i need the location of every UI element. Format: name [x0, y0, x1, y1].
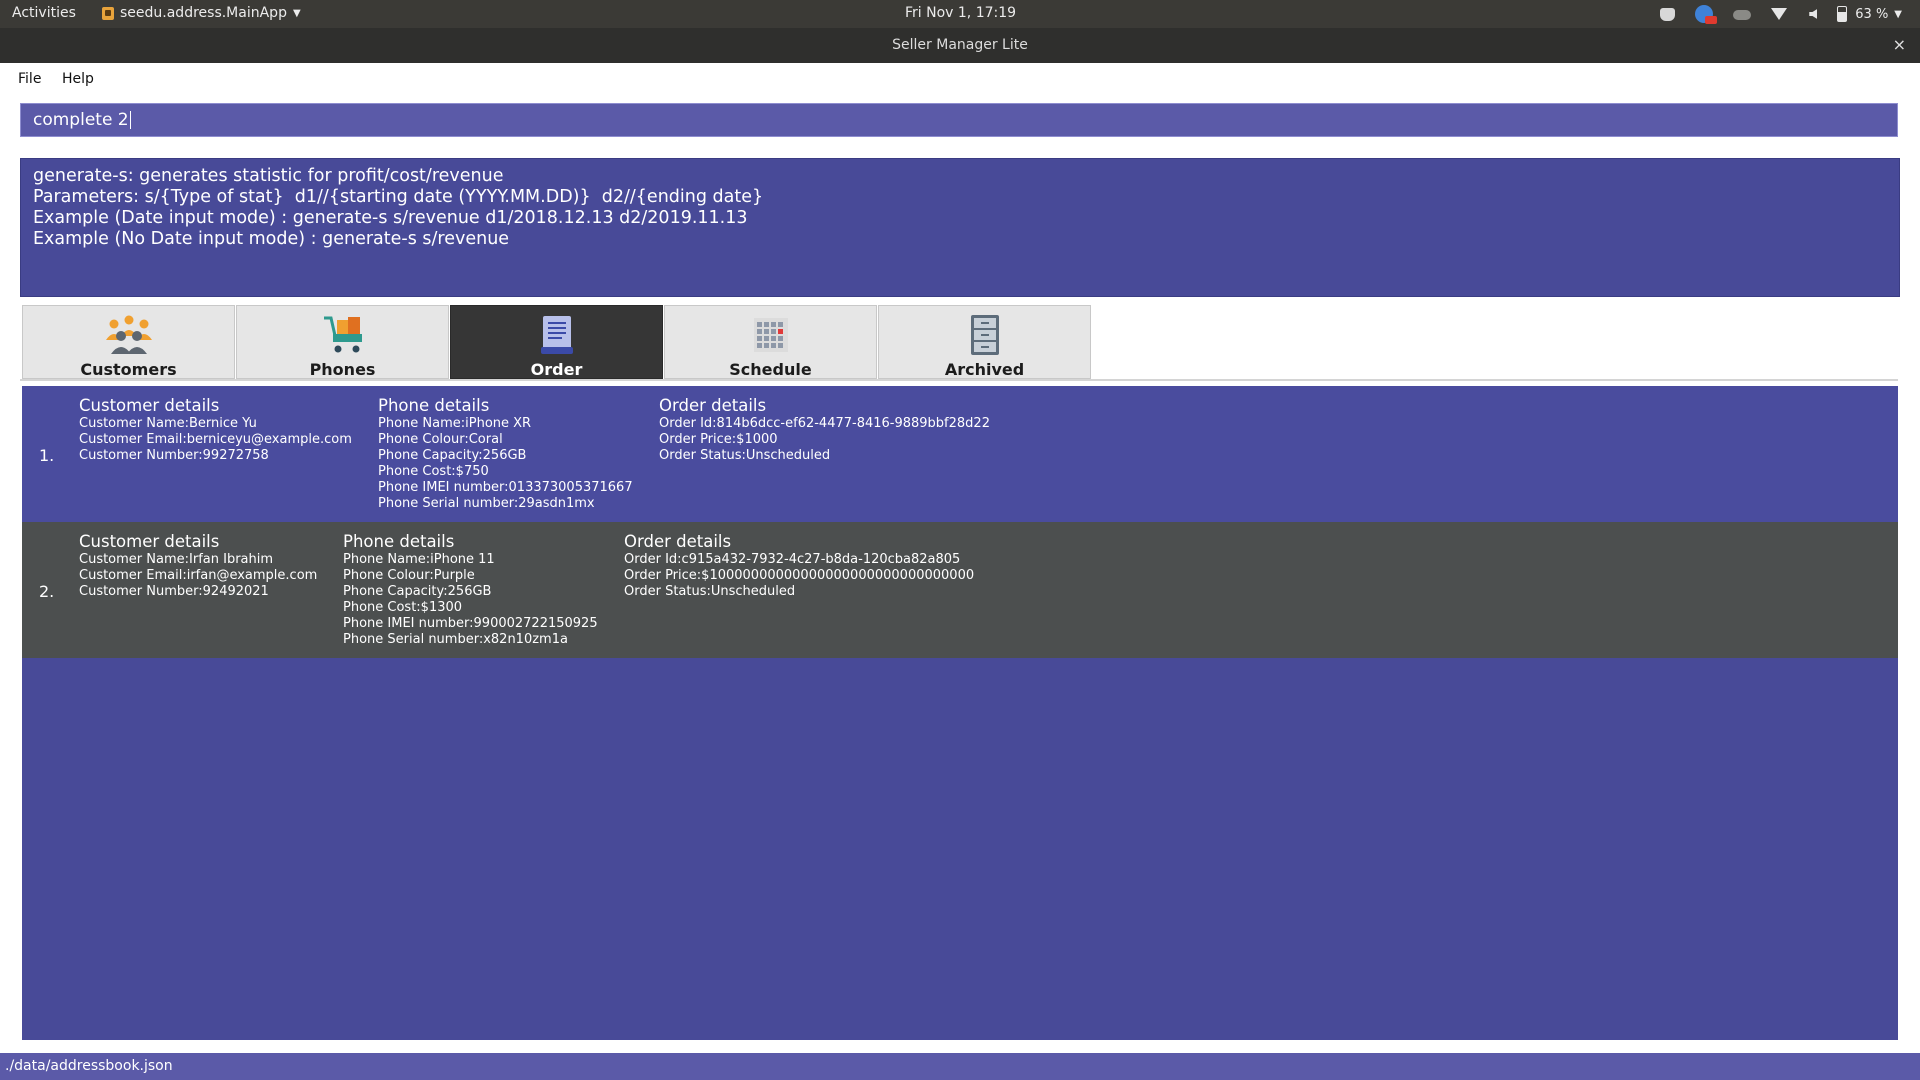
chevron-down-icon[interactable]: ▼ [1894, 9, 1902, 20]
menu-file[interactable]: File [18, 71, 41, 87]
tab-schedule[interactable]: Schedule [664, 305, 877, 379]
command-input-value: complete 2 [33, 110, 129, 130]
tab-customers[interactable]: Customers [22, 305, 235, 379]
order-price: Order Price:$1000 [659, 432, 778, 447]
command-input[interactable]: complete 2 [20, 103, 1898, 137]
customer-number: Customer Number:99272758 [79, 448, 269, 463]
menu-help[interactable]: Help [62, 71, 94, 87]
tab-label: Phones [309, 360, 376, 379]
result-display[interactable]: generate-s: generates statistic for prof… [20, 158, 1900, 297]
chevron-down-icon: ▼ [292, 7, 301, 19]
window-titlebar: Seller Manager Lite × [0, 28, 1920, 63]
phone-capacity: Phone Capacity:256GB [378, 448, 527, 463]
phone-details-heading: Phone details [378, 396, 490, 415]
order-details-heading: Order details [624, 532, 732, 551]
weather-icon[interactable] [1733, 10, 1752, 20]
close-icon[interactable]: × [1893, 35, 1906, 54]
calendar-icon [753, 318, 788, 352]
customer-details: Customer details Customer Name:Irfan Ibr… [79, 532, 317, 600]
phone-cost: Phone Cost:$750 [378, 464, 489, 479]
phone-serial: Phone Serial number:29asdn1mx [378, 496, 595, 511]
phone-details: Phone details Phone Name:iPhone 11 Phone… [343, 532, 598, 648]
phone-serial: Phone Serial number:x82n10zm1a [343, 632, 568, 647]
tab-phones[interactable]: Phones [236, 305, 449, 379]
order-status: Order Status:Unscheduled [624, 584, 796, 599]
order-details: Order details Order Id:c915a432-7932-4c2… [624, 532, 974, 600]
customer-name: Customer Name:Irfan Ibrahim [79, 552, 274, 567]
archive-icon [970, 315, 999, 355]
clock[interactable]: Fri Nov 1, 17:19 [905, 5, 1016, 21]
order-index: 2. [39, 582, 55, 601]
order-id: Order Id:814b6dcc-ef62-4477-8416-9889bbf… [659, 416, 990, 431]
result-line: Example (Date input mode) : generate-s s… [33, 208, 748, 228]
tab-archived[interactable]: Archived [878, 305, 1091, 379]
result-line: Parameters: s/{Type of stat} d1//{starti… [33, 187, 764, 207]
phone-imei: Phone IMEI number:013373005371667 [378, 480, 633, 495]
battery-icon[interactable] [1837, 6, 1848, 22]
customer-email: Customer Email:berniceyu@example.com [79, 432, 352, 447]
customer-details: Customer details Customer Name:Bernice Y… [79, 396, 352, 464]
battery-percentage: 63 % [1855, 6, 1889, 22]
app-menu-label: seedu.address.MainApp [120, 5, 287, 21]
order-icon [540, 316, 573, 354]
customer-details-heading: Customer details [79, 396, 220, 415]
phone-imei: Phone IMEI number:990002722150925 [343, 616, 598, 631]
system-top-bar: Activities seedu.address.MainApp ▼ Fri N… [0, 0, 1920, 28]
system-tray[interactable]: 63 % ▼ [1660, 3, 1902, 25]
chrome-notification-icon[interactable] [1695, 5, 1718, 24]
order-card[interactable]: 2. Customer details Customer Name:Irfan … [22, 522, 1898, 658]
tab-label: Schedule [729, 360, 812, 379]
text-cursor [129, 111, 131, 129]
customer-email: Customer Email:irfan@example.com [79, 568, 318, 583]
caffeine-icon[interactable] [1660, 7, 1676, 21]
customer-details-heading: Customer details [79, 532, 220, 551]
phone-details-heading: Phone details [343, 532, 455, 551]
window-title: Seller Manager Lite [892, 37, 1028, 53]
order-id: Order Id:c915a432-7932-4c27-b8da-120cba8… [624, 552, 961, 567]
data-file-path: ./data/addressbook.json [5, 1058, 173, 1074]
phone-colour: Phone Colour:Purple [343, 568, 475, 583]
tab-label: Order [530, 360, 583, 379]
order-status: Order Status:Unscheduled [659, 448, 831, 463]
result-line: Example (No Date input mode) : generate-… [33, 229, 510, 249]
phone-details: Phone details Phone Name:iPhone XR Phone… [378, 396, 633, 512]
phone-name: Phone Name:iPhone 11 [343, 552, 495, 567]
customer-number: Customer Number:92492021 [79, 584, 269, 599]
phone-capacity: Phone Capacity:256GB [343, 584, 492, 599]
customers-icon [105, 315, 152, 354]
cart-icon [323, 316, 362, 353]
result-line: generate-s: generates statistic for prof… [33, 166, 504, 186]
volume-icon[interactable] [1809, 9, 1818, 19]
activities-button[interactable]: Activities [12, 5, 76, 21]
tab-label: Customers [80, 360, 177, 379]
tab-divider [20, 379, 1898, 381]
tab-order[interactable]: Order [450, 305, 663, 379]
java-app-icon [102, 6, 114, 20]
status-bar: ./data/addressbook.json [0, 1053, 1920, 1080]
menu-bar: File Help [0, 63, 1920, 93]
order-card[interactable]: 1. Customer details Customer Name:Bernic… [22, 386, 1898, 522]
phone-name: Phone Name:iPhone XR [378, 416, 532, 431]
phone-colour: Phone Colour:Coral [378, 432, 503, 447]
tab-label: Archived [944, 360, 1025, 379]
order-details: Order details Order Id:814b6dcc-ef62-447… [659, 396, 990, 464]
customer-name: Customer Name:Bernice Yu [79, 416, 257, 431]
order-price: Order Price:$100000000000000000000000000… [624, 568, 975, 583]
app-menu[interactable]: seedu.address.MainApp ▼ [102, 5, 301, 21]
wifi-icon[interactable] [1771, 8, 1788, 20]
order-index: 1. [39, 446, 55, 465]
order-list[interactable]: 1. Customer details Customer Name:Bernic… [22, 386, 1898, 1040]
tab-bar: Customers Phones Order Schedule Archived [22, 305, 1092, 379]
phone-cost: Phone Cost:$1300 [343, 600, 463, 615]
order-details-heading: Order details [659, 396, 767, 415]
